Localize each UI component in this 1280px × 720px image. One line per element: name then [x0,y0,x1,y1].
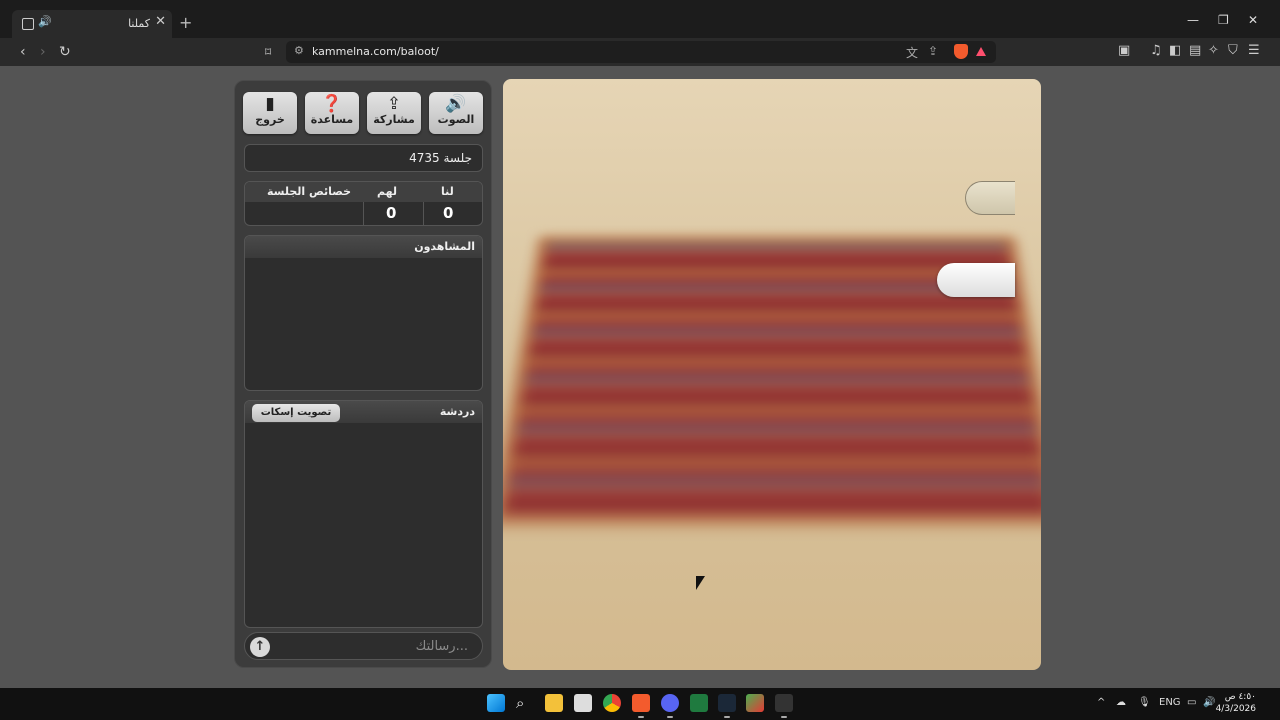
help-button[interactable]: ❓ مساعدة [305,92,359,134]
restore-icon[interactable]: ❐ [1218,14,1229,26]
language-indicator[interactable]: ENG [1159,697,1181,708]
share-button[interactable]: ⇪ مشاركة [367,92,421,134]
media-icon[interactable]: ♫ [1150,43,1162,58]
game-board[interactable] [503,79,1041,670]
score-divider [363,202,364,225]
menu-icon[interactable]: ☰ [1248,43,1260,58]
browser-nav-bar: ‹ › ↻ ⌑ ⚙ kammelna.com/baloot/ 文 ⇪ ▣ ♫ ◧… [0,38,1280,66]
sound-button[interactable]: 🔊 الصوت [429,92,483,134]
close-icon[interactable]: ✕ [155,14,166,29]
session-number: جلسة 4735 [409,151,472,165]
plus-icon[interactable]: + [179,15,192,31]
steam-icon[interactable] [718,694,736,718]
discord-icon[interactable] [661,694,679,718]
back-icon[interactable]: ‹ [20,43,26,61]
search-icon[interactable]: ⌕ [516,694,534,712]
share-icon[interactable]: ⇪ [928,44,938,58]
network-icon[interactable]: ▭ [1187,697,1196,708]
watchers-header: المشاهدون [245,236,482,258]
translate-icon[interactable]: 文 [906,44,918,61]
side-panel: ▮ خروج ❓ مساعدة ⇪ مشاركة 🔊 الصوت جلسة 47… [234,80,492,668]
start-icon[interactable] [487,694,505,712]
browser-tab[interactable]: 🔊 كملنا ✕ [12,10,172,38]
message-input[interactable]: ↑ رسالتك... [244,632,483,660]
excel-icon[interactable] [690,694,708,712]
microphone-icon[interactable]: 🎙 [1138,697,1151,708]
vpn-icon[interactable]: ⛉ [1228,43,1238,58]
send-arrow-icon[interactable]: ↑ [250,637,270,657]
brave-shield-icon[interactable] [954,44,968,59]
player-slot-tab[interactable] [937,263,1015,297]
message-placeholder: رسالتك... [415,639,468,654]
browser-tab-bar: 🔊 كملنا ✕ + — ❐ ✕ [0,0,1280,38]
tab-favicon-icon [22,18,34,30]
speaker-icon: 🔊 [445,94,467,114]
them-label: لهم [377,185,398,198]
share-icon: ⇪ [386,94,402,114]
store-icon[interactable] [574,694,592,712]
leo-icon[interactable]: ✧ [1208,43,1219,58]
them-score: 0 [386,204,397,222]
cloud-icon[interactable]: ☁ [1116,697,1126,708]
url-text[interactable]: kammelna.com/baloot/ [312,45,439,58]
exit-label: خروج [255,113,285,126]
app-icon[interactable] [746,694,764,712]
clock[interactable]: ٤:٥٠ ص 4/3/2026 [1216,691,1256,715]
sound-label: الصوت [437,113,475,126]
brave-rewards-icon[interactable] [976,47,986,56]
mouse-cursor-icon [696,576,705,590]
chat-header: دردشة تصويت إسكات [245,401,482,423]
window-close-icon[interactable]: ✕ [1248,14,1258,26]
page-content: ▮ خروج ❓ مساعدة ⇪ مشاركة 🔊 الصوت جلسة 47… [0,66,1280,688]
mute-vote-button[interactable]: تصويت إسكات [252,404,340,422]
player-slot-tab[interactable] [965,181,1015,215]
reader-icon[interactable]: ▣ [1118,43,1130,58]
scoreboard: خصائص الجلسة لهم لنا 0 0 [244,181,483,226]
share-label: مشاركة [373,113,415,126]
watchers-section: المشاهدون [244,235,483,391]
help-label: مساعدة [310,113,354,126]
tab-title: كملنا [128,17,150,30]
sidebar-icon[interactable]: ◧ [1169,43,1181,58]
chat-section: دردشة تصويت إسكات [244,400,483,628]
minimize-icon[interactable]: — [1187,14,1199,26]
us-score: 0 [443,204,454,222]
windows-taskbar: ⌕ ^ ☁ 🎙 ENG ▭ 🔊 ٤:٥٠ ص 4/3/2026 [0,688,1280,720]
volume-icon[interactable]: 🔊 [1203,697,1215,708]
forward-icon[interactable]: › [40,43,46,61]
wallet-icon[interactable]: ▤ [1189,43,1201,58]
brave-icon[interactable] [632,694,650,718]
exit-button[interactable]: ▮ خروج [243,92,297,134]
chrome-icon[interactable] [603,694,621,712]
address-bar[interactable]: ⚙ kammelna.com/baloot/ 文 ⇪ [286,41,996,63]
clock-time: ٤:٥٠ ص [1224,692,1256,702]
session-info: جلسة 4735 [244,144,483,172]
exit-door-icon: ▮ [265,94,275,114]
speaker-icon[interactable]: 🔊 [38,15,52,28]
session-properties-label: خصائص الجلسة [267,185,352,198]
help-icon: ❓ [321,94,343,114]
terminal-icon[interactable] [775,694,793,718]
tray-chevron-icon[interactable]: ^ [1097,697,1105,708]
file-explorer-icon[interactable] [545,694,563,712]
score-header: خصائص الجلسة لهم لنا [245,182,482,202]
watchers-title: المشاهدون [414,240,475,253]
score-divider [423,202,424,225]
us-label: لنا [441,185,454,198]
site-settings-icon[interactable]: ⚙ [294,44,304,57]
chat-title: دردشة [439,405,475,418]
clock-date: 4/3/2026 [1215,704,1256,714]
bookmark-icon[interactable]: ⌑ [265,43,271,61]
reload-icon[interactable]: ↻ [59,43,71,61]
